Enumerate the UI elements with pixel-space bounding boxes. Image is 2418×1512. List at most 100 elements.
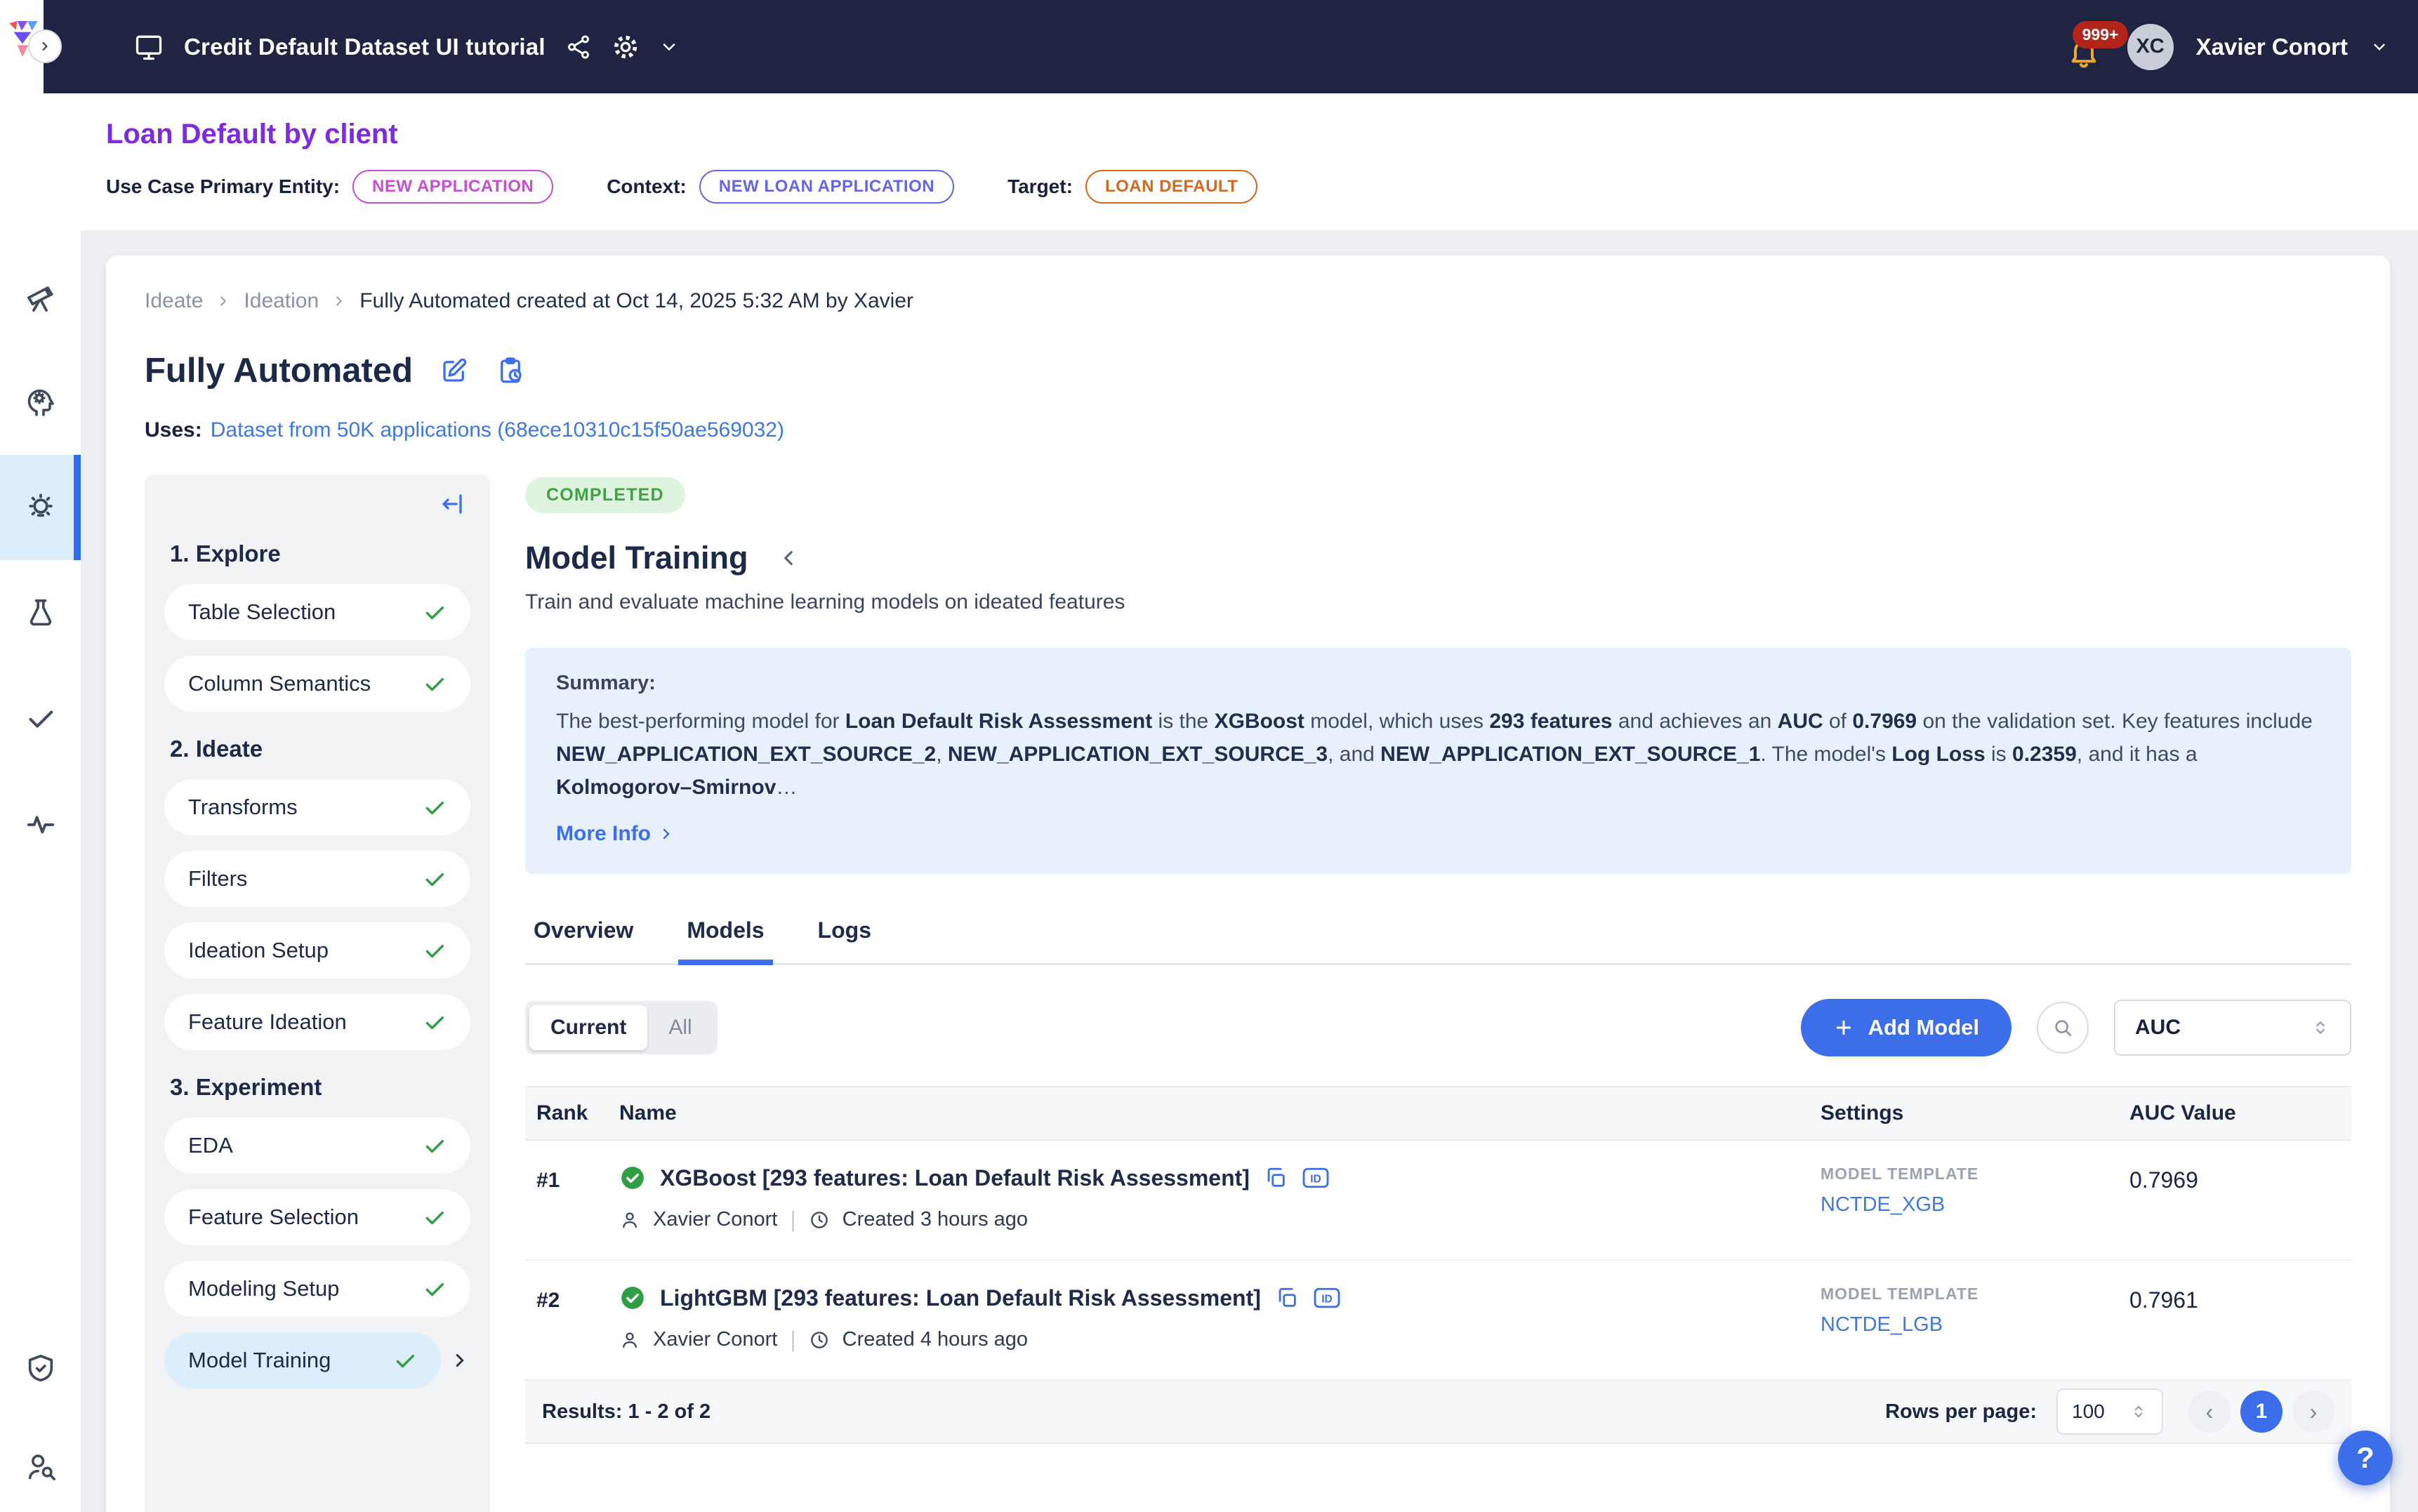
content-area: Ideate Ideation Fully Automated created …	[81, 230, 2418, 1512]
stage-title-row: Model Training	[525, 540, 2351, 576]
step-filters[interactable]: Filters	[164, 851, 470, 907]
step-label: Ideation Setup	[188, 938, 329, 963]
collapse-steps-icon[interactable]	[164, 491, 470, 517]
navbar-logo-corner	[0, 0, 44, 93]
pulse-icon[interactable]	[0, 771, 81, 876]
user-avatar[interactable]: XC	[2127, 24, 2174, 70]
step-feature-ideation[interactable]: Feature Ideation	[164, 994, 470, 1050]
breadcrumb-ideate[interactable]: Ideate	[145, 289, 203, 313]
chevron-right-icon	[331, 293, 347, 309]
user-menu-chevron-icon[interactable]	[2370, 38, 2389, 56]
step-row: Ideation Setup	[164, 922, 470, 979]
name-line: LightGBM [293 features: Loan Default Ris…	[619, 1285, 1821, 1311]
rows-per-page-select[interactable]: 100	[2056, 1388, 2163, 1435]
shield-check-icon[interactable]	[0, 1315, 81, 1421]
monitor-icon	[133, 32, 164, 62]
step-label: Modeling Setup	[188, 1276, 339, 1301]
clock-icon	[809, 1209, 830, 1231]
dataset-link[interactable]: Dataset from 50K applications (68ece1031…	[211, 418, 784, 442]
models-controls: Current All Add Model	[525, 999, 2351, 1056]
svg-text:ID: ID	[1310, 1173, 1321, 1185]
more-info-link[interactable]: More Info	[556, 822, 2320, 846]
step-label: Table Selection	[188, 599, 336, 625]
clipboard-history-icon[interactable]	[496, 356, 525, 385]
col-header-name: Name	[619, 1101, 1821, 1125]
brain-gear-icon[interactable]	[0, 350, 81, 455]
table-row[interactable]: #2 LightGBM [293 features: Loan Default …	[525, 1261, 2351, 1381]
model-template-link[interactable]: NCTDE_XGB	[1821, 1193, 2129, 1216]
model-name[interactable]: LightGBM [293 features: Loan Default Ris…	[660, 1285, 1261, 1311]
user-name[interactable]: Xavier Conort	[2196, 34, 2348, 60]
chevron-left-icon[interactable]	[777, 546, 800, 570]
target-label: Target:	[1008, 175, 1073, 198]
model-name[interactable]: XGBoost [293 features: Loan Default Risk…	[660, 1165, 1250, 1191]
check-icon	[423, 867, 447, 891]
step-transforms[interactable]: Transforms	[164, 779, 470, 835]
row-created: Created 3 hours ago	[843, 1208, 1028, 1231]
models-table: Rank Name Settings AUC Value #1	[525, 1086, 2351, 1444]
search-button[interactable]	[2037, 1002, 2089, 1054]
step-column-semantics[interactable]: Column Semantics	[164, 656, 470, 712]
summary-box: Summary: The best-performing model for L…	[525, 648, 2351, 874]
use-case-header: Loan Default by client Use Case Primary …	[81, 93, 2418, 230]
check-icon	[423, 1205, 447, 1229]
model-template-link[interactable]: NCTDE_LGB	[1821, 1313, 2129, 1337]
edit-pencil-icon[interactable]	[440, 356, 469, 385]
results-count: Results: 1 - 2 of 2	[542, 1400, 711, 1424]
table-footer: Results: 1 - 2 of 2 Rows per page: 100	[525, 1381, 2351, 1444]
step-model-training[interactable]: Model Training	[164, 1332, 441, 1388]
help-button[interactable]: ?	[2338, 1431, 2393, 1485]
check-icon	[423, 1134, 447, 1158]
tab-models[interactable]: Models	[687, 917, 764, 963]
primary-entity-label: Use Case Primary Entity:	[106, 175, 340, 198]
current-page-button[interactable]: 1	[2240, 1391, 2282, 1433]
step-table-selection[interactable]: Table Selection	[164, 584, 470, 640]
prev-page-button[interactable]: ‹	[2188, 1391, 2231, 1433]
copy-icon[interactable]	[1264, 1166, 1288, 1190]
checkmark-icon[interactable]	[0, 665, 81, 771]
telescope-icon[interactable]	[0, 244, 81, 350]
settings-gear-icon[interactable]	[612, 33, 640, 61]
add-model-button[interactable]: Add Model	[1801, 999, 2011, 1056]
chevron-right-icon	[216, 293, 231, 309]
use-case-meta-row: Use Case Primary Entity: NEW APPLICATION…	[106, 170, 2390, 204]
context-badge: NEW LOAN APPLICATION	[699, 170, 954, 204]
sort-metric-value: AUC	[2135, 1016, 2181, 1040]
success-check-circle-icon	[619, 1285, 646, 1311]
success-check-circle-icon	[619, 1165, 646, 1191]
select-updown-icon	[2129, 1402, 2148, 1421]
name-line: XGBoost [293 features: Loan Default Risk…	[619, 1165, 1821, 1191]
copy-icon[interactable]	[1275, 1286, 1299, 1310]
id-badge-icon[interactable]: ID	[1302, 1166, 1330, 1190]
lightbulb-icon-active[interactable]	[0, 455, 81, 560]
notifications-bell[interactable]: 999+	[2066, 24, 2105, 70]
table-row[interactable]: #1 XGBoost [293 features: Loan Default R…	[525, 1141, 2351, 1261]
section-heading-ideate: 2. Ideate	[170, 736, 470, 762]
sidebar-expand-button[interactable]	[28, 29, 62, 63]
sort-metric-select[interactable]: AUC	[2114, 1000, 2351, 1056]
step-row: Feature Ideation	[164, 994, 470, 1050]
row-name-cell: XGBoost [293 features: Loan Default Risk…	[619, 1165, 1821, 1233]
step-ideation-setup[interactable]: Ideation Setup	[164, 922, 470, 979]
chevron-right-icon	[658, 825, 675, 842]
breadcrumb-ideation[interactable]: Ideation	[244, 289, 319, 313]
next-page-button[interactable]: ›	[2292, 1391, 2334, 1433]
step-eda[interactable]: EDA	[164, 1118, 470, 1174]
step-modeling-setup[interactable]: Modeling Setup	[164, 1261, 470, 1317]
step-row: EDA	[164, 1118, 470, 1174]
share-icon[interactable]	[565, 34, 592, 60]
stage-tabs: Overview Models Logs	[525, 917, 2351, 965]
chevron-right-icon	[449, 1350, 470, 1371]
row-meta: Xavier Conort | Created 3 hours ago	[619, 1207, 1821, 1233]
tab-overview[interactable]: Overview	[534, 917, 633, 963]
svg-text:ID: ID	[1321, 1293, 1333, 1305]
tab-logs[interactable]: Logs	[818, 917, 871, 963]
project-dropdown-chevron-icon[interactable]	[659, 37, 679, 57]
user-search-icon[interactable]	[0, 1421, 81, 1512]
target-badge: LOAN DEFAULT	[1085, 170, 1258, 204]
step-feature-selection[interactable]: Feature Selection	[164, 1189, 470, 1245]
filter-all-button[interactable]: All	[647, 1005, 713, 1050]
flask-icon[interactable]	[0, 560, 81, 665]
filter-current-button[interactable]: Current	[529, 1005, 647, 1050]
id-badge-icon[interactable]: ID	[1313, 1286, 1341, 1310]
